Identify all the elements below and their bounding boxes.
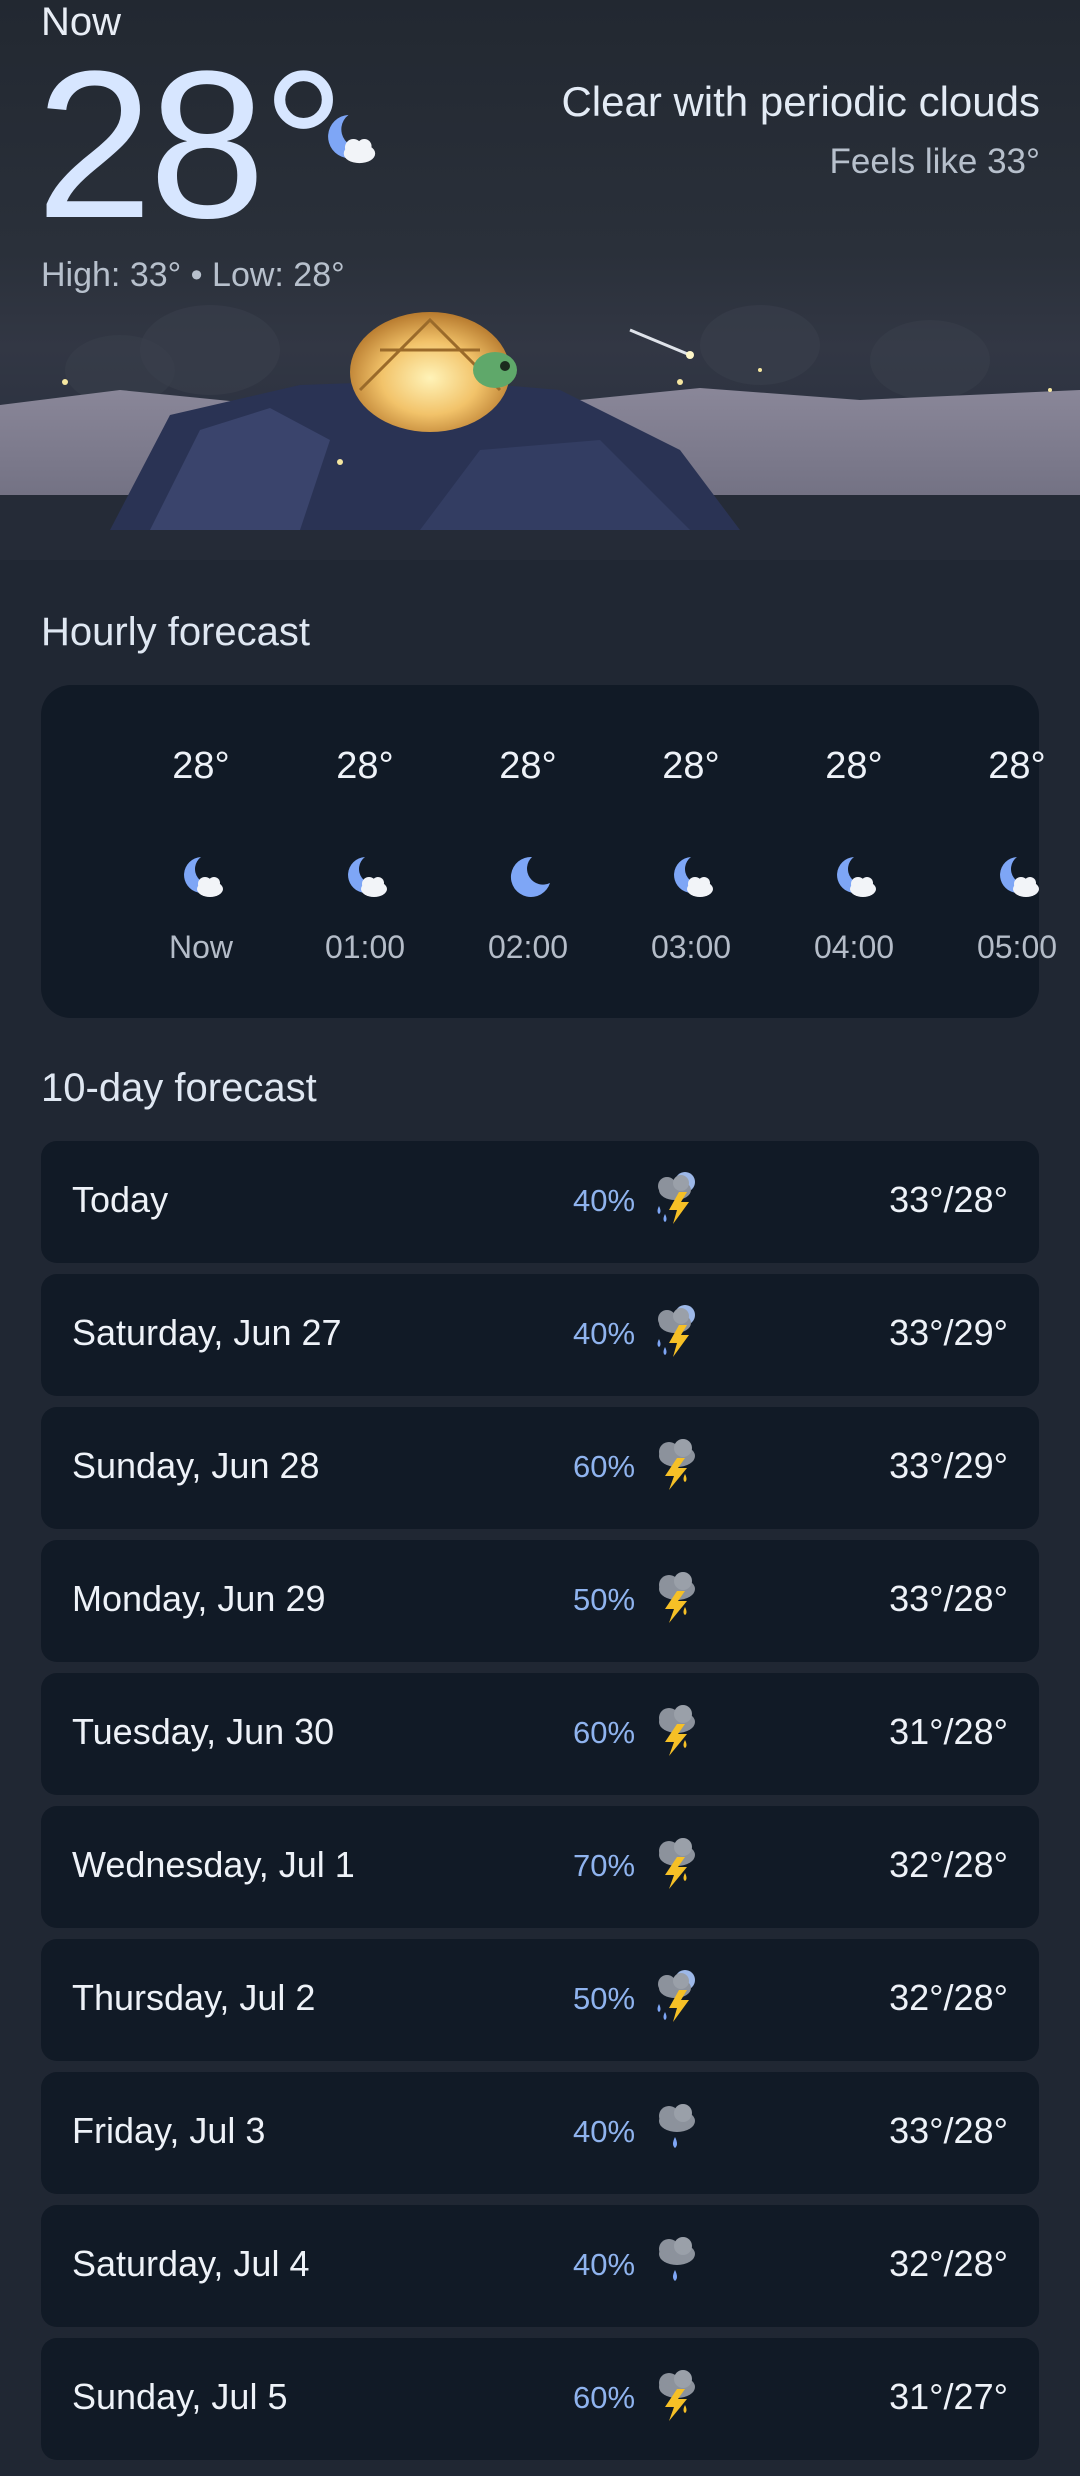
precip-chance: 60% — [573, 2380, 636, 2415]
daily-row[interactable]: Thursday, Jul 2 50% 32°/28° — [41, 1939, 1039, 2061]
precip-chance: 40% — [573, 1183, 636, 1218]
moon-cloud-icon — [322, 110, 380, 168]
scattered-thunderstorm-icon — [645, 1301, 705, 1361]
moon-cloud-icon — [832, 853, 880, 901]
day-label: Saturday, Jun 27 — [72, 1312, 342, 1353]
hourly-temp: 28° — [988, 745, 1046, 787]
day-label: Sunday, Jul 5 — [72, 2376, 288, 2417]
day-label: Sunday, Jun 28 — [72, 1445, 320, 1486]
hourly-item: 28° 05:00 — [957, 685, 1077, 1018]
hourly-forecast-title: Hourly forecast — [41, 610, 310, 654]
high-low-temp: 31°/28° — [889, 1711, 1008, 1752]
night-camping-illustration — [0, 305, 1080, 560]
precip-chance: 60% — [573, 1715, 636, 1750]
moon-cloud-icon — [179, 853, 227, 901]
rain-cloud-icon — [645, 2232, 705, 2292]
scattered-thunderstorm-icon — [645, 1168, 705, 1228]
current-weather-hero: Now 28° High: 33° • Low: 28° Clear with … — [0, 0, 1080, 560]
precip-chance: 40% — [573, 2114, 636, 2149]
daily-forecast-title: 10-day forecast — [41, 1066, 317, 1110]
thunderstorm-icon — [645, 1833, 705, 1893]
high-low-temp: 32°/28° — [889, 1977, 1008, 2018]
precip-chance: 40% — [573, 1316, 636, 1351]
hourly-time: 05:00 — [976, 929, 1058, 965]
high-low-temp: 32°/28° — [889, 1844, 1008, 1885]
precip-chance: 60% — [573, 1449, 636, 1484]
hourly-temp: 28° — [825, 745, 883, 787]
day-label: Wednesday, Jul 1 — [72, 1844, 355, 1885]
high-low-temp: 32°/28° — [889, 2243, 1008, 2284]
hourly-time: 02:00 — [487, 929, 569, 965]
day-label: Monday, Jun 29 — [72, 1578, 326, 1619]
high-low-temp: 33°/29° — [889, 1312, 1008, 1353]
hourly-time: Now — [168, 929, 233, 965]
thunderstorm-icon — [645, 1567, 705, 1627]
precip-chance: 50% — [573, 1582, 636, 1617]
thunderstorm-icon — [645, 2365, 705, 2425]
high-low-temp: 31°/27° — [889, 2376, 1008, 2417]
hourly-temp: 28° — [499, 745, 557, 787]
high-low-temp: 33°/29° — [889, 1445, 1008, 1486]
hourly-item: 28° Now — [141, 685, 261, 1018]
day-label: Friday, Jul 3 — [72, 2110, 266, 2151]
high-low-temp: 33°/28° — [889, 2110, 1008, 2151]
daily-row[interactable]: Friday, Jul 3 40% 33°/28° — [41, 2072, 1039, 2194]
precip-chance: 70% — [573, 1848, 636, 1883]
precip-chance: 50% — [573, 1981, 636, 2016]
daily-row[interactable]: Wednesday, Jul 1 70% 32°/28° — [41, 1806, 1039, 1928]
daily-row[interactable]: Tuesday, Jun 30 60% 31°/28° — [41, 1673, 1039, 1795]
hourly-temp: 28° — [662, 745, 720, 787]
daily-row[interactable]: Saturday, Jun 27 40% 33°/29° — [41, 1274, 1039, 1396]
moon-cloud-icon — [343, 853, 391, 901]
thunderstorm-icon — [645, 1434, 705, 1494]
current-temperature: 28° — [36, 27, 346, 262]
daily-row[interactable]: Sunday, Jun 28 60% 33°/29° — [41, 1407, 1039, 1529]
scattered-thunderstorm-icon — [645, 1966, 705, 2026]
high-low-temp: 33°/28° — [889, 1578, 1008, 1619]
daily-row[interactable]: Monday, Jun 29 50% 33°/28° — [41, 1540, 1039, 1662]
precip-chance: 40% — [573, 2247, 636, 2282]
daily-row[interactable]: Saturday, Jul 4 40% 32°/28° — [41, 2205, 1039, 2327]
hourly-temp: 28° — [336, 745, 394, 787]
thunderstorm-icon — [645, 1700, 705, 1760]
moon-cloud-icon — [995, 853, 1043, 901]
feels-like-text: Feels like 33° — [829, 142, 1040, 181]
hourly-time: 04:00 — [813, 929, 895, 965]
condition-text: Clear with periodic clouds — [561, 78, 1040, 125]
daily-row[interactable]: Sunday, Jul 5 60% 31°/27° — [41, 2338, 1039, 2460]
day-label: Tuesday, Jun 30 — [72, 1711, 335, 1752]
rain-cloud-icon — [645, 2099, 705, 2159]
hourly-item: 28° 02:00 — [468, 685, 588, 1018]
hourly-temp: 28° — [172, 745, 230, 787]
hourly-item: 28° 01:00 — [305, 685, 425, 1018]
day-label: Thursday, Jul 2 — [72, 1977, 316, 2018]
moon-cloud-icon — [669, 853, 717, 901]
moon-icon — [506, 853, 554, 901]
hourly-forecast-card[interactable]: 28° Now 28° 01:00 28° 02:00 28° 03:00 28… — [41, 685, 1057, 1018]
hourly-item: 28° 03:00 — [631, 685, 751, 1018]
daily-row-today[interactable]: Today 40% 33°/28° — [41, 1141, 1039, 1263]
hourly-item: 28° 04:00 — [794, 685, 914, 1018]
day-label: Today — [72, 1179, 169, 1220]
hourly-time: 01:00 — [324, 929, 406, 965]
day-label: Saturday, Jul 4 — [72, 2243, 310, 2284]
hourly-time: 03:00 — [650, 929, 732, 965]
high-low-temp: 33°/28° — [889, 1179, 1008, 1220]
